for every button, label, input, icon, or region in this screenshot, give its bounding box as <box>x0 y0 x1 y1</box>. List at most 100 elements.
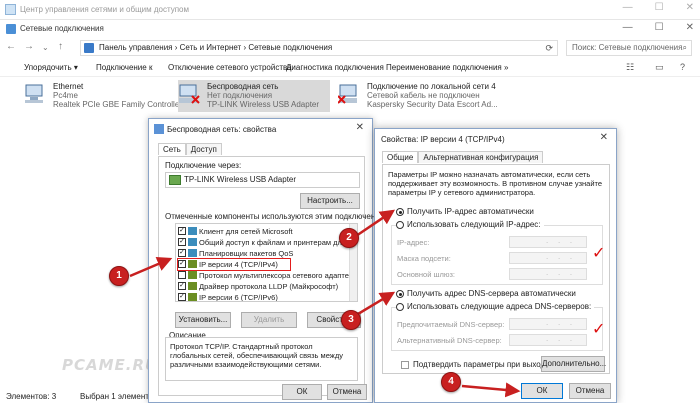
adapter-device: TP-LINK Wireless USB Adapter <box>207 100 320 109</box>
adapter-field: TP-LINK Wireless USB Adapter <box>165 172 360 188</box>
selection-count: Выбран 1 элемент <box>80 392 149 401</box>
connect-via-label: Подключение через: <box>165 161 242 170</box>
network-service-icon <box>188 249 197 257</box>
disable-device-button[interactable]: Отключение сетевого устройства <box>168 63 292 72</box>
list-item[interactable]: ✓ Драйвер протокола LLDP (Майкрософт) <box>178 281 338 292</box>
ok-button[interactable]: ОК <box>282 384 322 400</box>
tab-network[interactable]: Сеть <box>158 143 186 155</box>
description-text: Протокол TCP/IP. Стандартный протокол гл… <box>170 342 343 369</box>
breadcrumb[interactable]: Панель управления › Сеть и Интернет › Се… <box>80 40 558 56</box>
manual-ip-radio[interactable]: Использовать следующий IP-адрес: <box>396 220 544 230</box>
validate-checkbox[interactable]: Подтвердить параметры при выходе <box>401 360 550 370</box>
search-input[interactable]: Поиск: Сетевые подключения ⌕ <box>566 40 692 56</box>
maximize-icon[interactable]: ☐ <box>655 2 664 13</box>
adapter-device: Realtek PCIe GBE Family Controller <box>53 100 182 109</box>
gateway-field[interactable]: ... <box>509 268 587 280</box>
connect-to-button[interactable]: Подключение к <box>96 63 152 72</box>
dialog-title: Беспроводная сеть: свойства <box>167 125 277 134</box>
watermark: PCAME.RU <box>62 356 159 374</box>
preferred-dns-field[interactable]: ... <box>509 318 587 330</box>
network-adapter-icon <box>25 84 43 103</box>
refresh-icon[interactable]: ⟳ <box>545 41 553 55</box>
diagnose-button[interactable]: Диагностика подключения <box>286 63 384 72</box>
components-list: ✓ Клиент для сетей Microsoft ✓ Общий досту… <box>175 223 358 302</box>
close-icon[interactable]: ✕ <box>356 122 364 133</box>
maximize-icon[interactable]: ☐ <box>655 22 664 33</box>
adapter-name: Ethernet <box>53 82 84 91</box>
checkmark-annotation: ✓ <box>592 321 606 338</box>
cancel-button[interactable]: Отмена <box>327 384 367 400</box>
dialog-title: Свойства: IP версии 4 (TCP/IPv4) <box>381 135 505 144</box>
protocol-icon <box>188 282 197 290</box>
protocol-icon <box>188 260 197 268</box>
auto-ip-radio[interactable]: Получить IP-адрес автоматически <box>396 207 534 217</box>
tab-general[interactable]: Общие <box>382 151 419 163</box>
description-group: Протокол TCP/IP. Стандартный протокол гл… <box>165 337 358 381</box>
remove-button[interactable]: Удалить <box>241 312 297 328</box>
adapter-lan4[interactable]: Подключение по локальной сети 4 Сетевой … <box>338 80 518 112</box>
subnet-mask-field[interactable]: ... <box>509 252 587 264</box>
network-adapter-disconnected-icon <box>338 84 357 104</box>
intro-text: Параметры IP можно назначать автоматичес… <box>388 170 603 197</box>
ipv4-properties-dialog: Свойства: IP версии 4 (TCP/IPv4) ✕ Общие… <box>374 128 617 403</box>
tab-access[interactable]: Доступ <box>185 143 222 155</box>
ipv4-list-item[interactable]: ✓ IP версии 4 (TCP/IPv4) <box>177 258 291 271</box>
adapter-ethernet[interactable]: Ethernet Pc4me Realtek PCIe GBE Family C… <box>24 80 182 112</box>
wireless-properties-dialog: Беспроводная сеть: свойства ✕ Сеть Досту… <box>148 118 392 403</box>
manual-dns-radio[interactable]: Использовать следующие адреса DNS-сервер… <box>396 302 595 312</box>
checkbox[interactable]: ✓ <box>178 260 186 268</box>
preview-pane-icon[interactable]: ▭ <box>655 62 664 73</box>
list-item[interactable]: ✓ Общий доступ к файлам и принтерам для с… <box>178 237 357 248</box>
list-item[interactable]: Протокол мультиплексора сетевого адаптер… <box>178 270 357 281</box>
help-icon[interactable]: ? <box>680 62 685 72</box>
adapter-wireless[interactable]: Беспроводная сеть Нет подключения TP-LIN… <box>178 80 330 112</box>
preferred-dns-label: Предпочитаемый DNS-сервер: <box>397 320 505 329</box>
step-marker-2: 2 <box>339 228 359 248</box>
gateway-label: Основной шлюз: <box>397 270 456 279</box>
close-icon[interactable]: ✕ <box>600 132 608 143</box>
ip-address-field[interactable]: ... <box>509 236 587 248</box>
adapter-name: Подключение по локальной сети 4 <box>367 82 496 91</box>
ok-button[interactable]: ОК <box>521 383 563 399</box>
step-marker-3: 3 <box>341 310 361 330</box>
rename-button[interactable]: Переименование подключения <box>386 63 502 72</box>
up-arrow-icon[interactable]: ↑ <box>58 41 63 52</box>
list-item[interactable]: ✓ Планировщик пакетов QoS <box>178 248 293 259</box>
close-icon[interactable]: ✕ <box>686 22 694 33</box>
alternate-dns-field[interactable]: ... <box>509 334 587 346</box>
checkbox[interactable]: ✓ <box>178 282 186 290</box>
step-marker-4: 4 <box>441 372 461 392</box>
cancel-button[interactable]: Отмена <box>569 383 611 399</box>
network-connections-icon <box>6 24 16 34</box>
alternate-dns-label: Альтернативный DNS-сервер: <box>397 336 502 345</box>
organize-menu[interactable]: Упорядочить ▾ <box>24 63 78 72</box>
checkbox[interactable]: ✓ <box>178 227 186 235</box>
install-button[interactable]: Установить... <box>175 312 231 328</box>
forward-arrow-icon[interactable]: → <box>24 41 34 52</box>
checkbox[interactable]: ✓ <box>178 238 186 246</box>
view-options-icon[interactable]: ☷ <box>626 62 634 73</box>
command-bar: Упорядочить ▾ Подключение к Отключение с… <box>0 59 700 77</box>
network-icon <box>154 124 164 134</box>
recent-chevron-icon[interactable]: ⌄ <box>42 43 49 52</box>
outer-titlebar: Центр управления сетями и общим доступом… <box>0 0 700 20</box>
checkbox[interactable]: ✓ <box>178 249 186 257</box>
auto-dns-radio[interactable]: Получить адрес DNS-сервера автоматически <box>396 289 576 299</box>
minimize-icon[interactable]: — <box>623 22 633 33</box>
checkbox[interactable] <box>178 271 186 279</box>
control-panel-icon <box>84 43 94 53</box>
close-icon[interactable]: ✕ <box>686 2 694 13</box>
nic-icon <box>169 175 181 185</box>
more-commands-button[interactable]: » <box>504 63 508 72</box>
list-item[interactable]: ✓ Клиент для сетей Microsoft <box>178 226 293 237</box>
advanced-button[interactable]: Дополнительно... <box>541 356 606 372</box>
configure-button[interactable]: Настроить... <box>300 193 360 209</box>
tab-alternate[interactable]: Альтернативная конфигурация <box>418 151 544 163</box>
checkbox[interactable]: ✓ <box>178 293 186 301</box>
step-marker-1: 1 <box>109 266 129 286</box>
minimize-icon[interactable]: — <box>623 2 633 13</box>
back-arrow-icon[interactable]: ← <box>6 41 16 52</box>
list-item[interactable]: ✓ IP версии 6 (TCP/IPv6) <box>178 292 278 301</box>
checkmark-annotation: ✓ <box>592 245 606 262</box>
components-label: Отмеченные компоненты используются этим … <box>165 212 392 221</box>
